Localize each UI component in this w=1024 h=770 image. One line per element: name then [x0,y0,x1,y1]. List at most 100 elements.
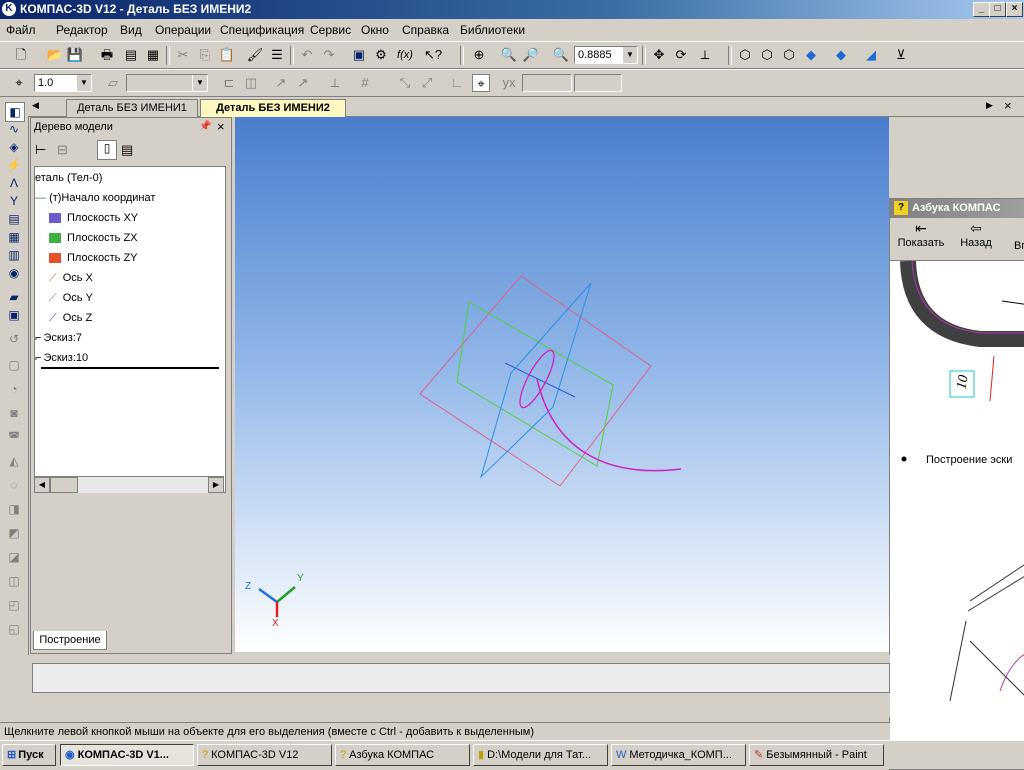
tree-view-icon[interactable]: ▯ [97,140,117,160]
wireframe-icon[interactable]: ⬡ [736,46,754,64]
print-icon[interactable]: 🖶 [98,46,116,64]
zoom-in-icon[interactable]: 🔍 [500,46,518,64]
snap2-icon[interactable]: ↗ [294,74,312,92]
format-brush-icon[interactable]: 🖌 [246,46,264,64]
cut-rotate-icon[interactable]: ◙ [5,404,23,422]
list-icon[interactable]: ☰ [268,46,286,64]
measure-icon[interactable]: ⚡ [5,156,23,174]
zoom-combo[interactable]: 0.8885 ▼ [574,46,638,64]
array-icon[interactable]: ◪ [5,548,23,566]
mirror-icon[interactable]: ◫ [5,572,23,590]
parametric2-icon[interactable]: ⤢ [418,74,436,92]
manager-icon[interactable]: ▣ [350,46,368,64]
line-scale-combo[interactable]: 1.0 ▼ [34,74,92,92]
undo-icon[interactable]: ↶ [298,46,316,64]
close-icon[interactable]: × [217,118,225,136]
menu-edit[interactable]: Редактор [56,23,108,37]
extrude-icon[interactable]: ▰ [5,288,23,306]
pan-icon[interactable]: ✥ [650,46,668,64]
tree-item-axis-x[interactable]: ⟋ Ось X [49,269,93,287]
tree-item-plane-zx[interactable]: Плоскость ZX [49,229,138,247]
filter-icon[interactable]: Y [5,192,23,210]
zoom-out-icon[interactable]: 🔎 [522,46,540,64]
coord-x-field[interactable] [522,74,572,92]
edit-details-icon[interactable]: ◧ [5,102,25,122]
cursor-snap-icon[interactable]: ⌖ [472,74,490,92]
tree-structure-icon[interactable]: ⊢ [35,142,46,158]
menu-help[interactable]: Справка [402,23,449,37]
parametric-icon[interactable]: ⤡ [396,74,414,92]
start-button[interactable]: ⊞ Пуск [2,744,56,766]
hole-icon[interactable]: ◌ [5,476,23,494]
layer-icon[interactable]: ▱ [104,74,122,92]
tree-item-sketch-10[interactable]: ⌐ Эскиз:10 [35,349,88,367]
sweep-icon[interactable]: ↺ [5,330,23,348]
scroll-thumb[interactable] [50,477,78,493]
properties-icon[interactable]: ▦ [144,46,162,64]
angle-icon[interactable]: ∟ [448,74,466,92]
rib-icon[interactable]: ◩ [5,524,23,542]
tree-item-sketch-7[interactable]: ⌐ Эскиз:7 [35,329,82,347]
scroll-left-icon[interactable]: ◀ [34,477,50,493]
open-file-icon[interactable]: 📂 [46,46,64,64]
copy-icon[interactable]: ⎘ [196,46,214,64]
chart-icon[interactable]: ▥ [5,246,23,264]
thin-hidden-icon[interactable]: ⬡ [780,46,798,64]
layer-combo[interactable]: ▼ [126,74,208,92]
menu-file[interactable]: Файл [6,23,36,37]
plane-icon[interactable]: ◫ [242,74,260,92]
library-icon[interactable]: ⚙ [372,46,390,64]
shaded-edges-icon[interactable]: ◆ [832,46,850,64]
section-icon[interactable]: ◰ [5,596,23,614]
tree-expand-icon[interactable]: ⊟ [57,142,68,158]
help-back-button[interactable]: ⇦ Назад [956,220,996,249]
fillet-icon[interactable]: ◚ [5,428,23,446]
menu-service[interactable]: Сервис [310,23,351,37]
cut-icon[interactable]: ✂ [174,46,192,64]
model-canvas[interactable]: Y Z X [235,117,889,652]
menu-window[interactable]: Окно [361,23,389,37]
grid-icon[interactable]: # [356,74,374,92]
tab-scroll-left-icon[interactable]: ◀ [32,100,39,111]
local-cs-icon[interactable]: ⊏ [220,74,238,92]
menu-operations[interactable]: Операции [155,23,211,37]
tree-horizontal-scrollbar[interactable]: ◀ ▶ [34,476,224,493]
help-window[interactable]: ? Азбука КОМПАС ⇤ Показать ⇦ Назад Вп 10… [889,198,1024,770]
coord-y-field[interactable] [574,74,622,92]
model-viewport[interactable]: Y Z X [235,117,889,652]
paste-icon[interactable]: 📋 [218,46,236,64]
close-button[interactable]: × [1006,2,1023,17]
plane-zx-outline[interactable] [456,301,614,467]
tab-construction[interactable]: Построение [33,631,107,650]
loft-icon[interactable]: ▢ [5,356,23,374]
plane-xy-outline[interactable] [479,282,592,479]
zoom-window-icon[interactable]: ⊕ [470,46,488,64]
help-title-bar[interactable]: ? Азбука КОМПАС [890,199,1024,218]
shell-icon[interactable]: ◨ [5,500,23,518]
save-icon[interactable]: 💾 [66,46,84,64]
tree-item-axis-z[interactable]: ⟋ Ось Z [49,309,92,327]
help-show-button[interactable]: ⇤ Показать [894,220,948,249]
thread-icon[interactable]: ◱ [5,620,23,638]
sweep-path[interactable] [536,378,682,472]
filter-icon[interactable]: ⊻ [892,46,910,64]
menu-specification[interactable]: Спецификация [220,23,304,37]
tree-item-origin[interactable]: — (т)Начало координат [35,189,155,207]
plane-zy-outline[interactable] [419,275,652,487]
spline-icon[interactable]: ∿ [5,120,23,138]
rotate-icon[interactable]: ⟳ [672,46,690,64]
rotation-icon[interactable]: ▣ [5,306,23,324]
orientation-icon[interactable]: ⟂ [696,46,714,64]
help-forward-button[interactable]: Вп [1014,240,1024,252]
menu-libraries[interactable]: Библиотеки [460,23,525,37]
hidden-lines-icon[interactable]: ⬡ [758,46,776,64]
step-cursor-icon[interactable]: ⌖ [10,74,28,92]
zoom-scale-icon[interactable]: 🔍 [552,46,570,64]
taskbar-item-azbuka[interactable]: ? Азбука КОМПАС [335,744,470,766]
variables-icon[interactable]: f(x) [396,46,414,64]
surface-icon[interactable]: ◉ [5,264,23,282]
redo-icon[interactable]: ↷ [320,46,338,64]
property-panel[interactable] [32,663,890,693]
spec-icon[interactable]: ▤ [5,210,23,228]
edit-icon[interactable]: ◈ [5,138,23,156]
